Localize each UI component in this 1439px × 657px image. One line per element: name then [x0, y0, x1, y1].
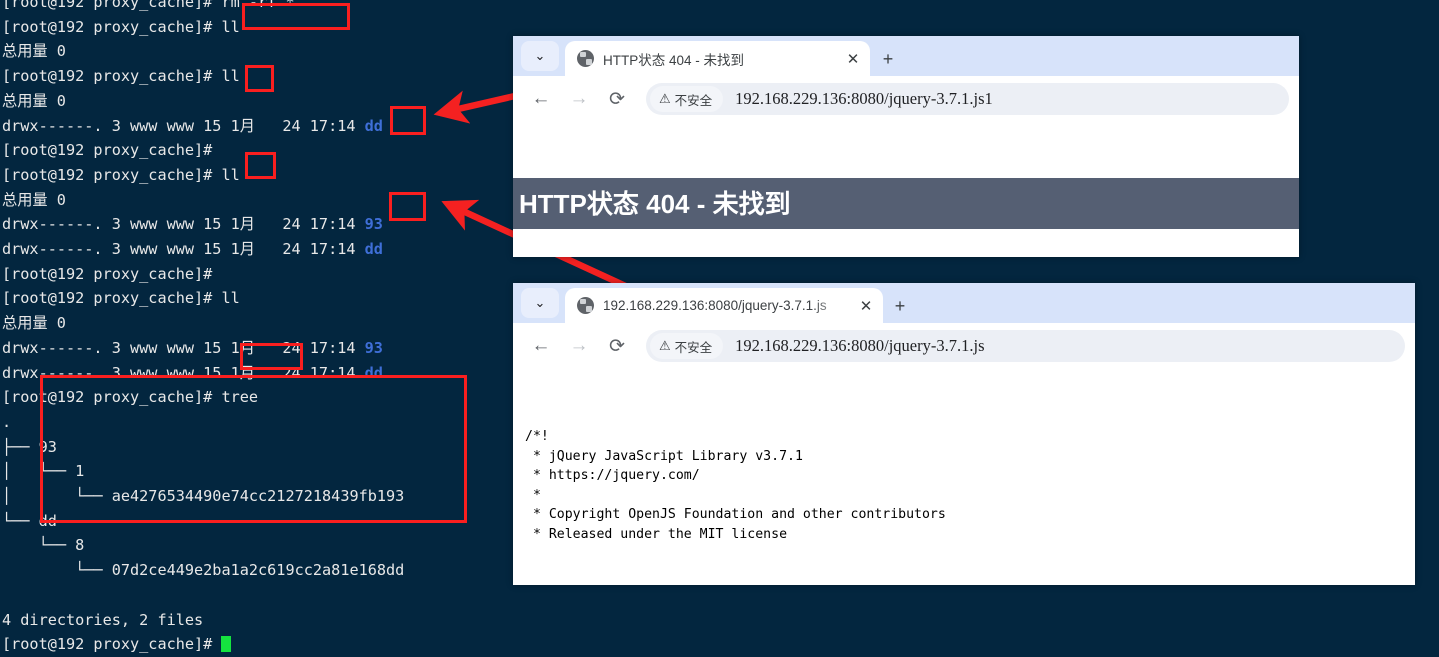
tab-title: 192.168.229.136:8080/jquery-3.7.1.js [603, 298, 827, 313]
address-bar[interactable]: ⚠ 不安全 192.168.229.136:8080/jquery-3.7.1.… [646, 83, 1289, 115]
tab-strip: ⌄ HTTP状态 404 - 未找到 ✕ + [513, 36, 1299, 76]
forward-button[interactable]: → [563, 330, 595, 362]
globe-icon [577, 297, 594, 314]
browser-window-jquery[interactable]: ⌄ 192.168.229.136:8080/jquery-3.7.1.js ✕… [513, 283, 1415, 585]
terminal-line: 总用量 0 [2, 42, 66, 61]
terminal-line: [root@192 proxy_cache]# rm -rf * [2, 0, 295, 11]
url-text: 192.168.229.136:8080/jquery-3.7.1.js1 [735, 89, 993, 108]
page-viewport: HTTP状态 404 - 未找到 [513, 122, 1299, 257]
directory-name: 93 [364, 338, 383, 357]
reload-button[interactable]: ⟳ [601, 83, 633, 115]
directory-name: dd [364, 240, 383, 258]
terminal-line: [root@192 proxy_cache]# [2, 632, 232, 657]
terminal-cursor [221, 636, 232, 653]
terminal-line: [root@192 proxy_cache]# [2, 264, 213, 283]
terminal-line: [root@192 proxy_cache]# [2, 141, 213, 160]
warning-triangle-icon: ⚠ [659, 91, 671, 106]
terminal-line: drwx------. 3 www www 15 1月 24 17:14 dd [2, 363, 383, 382]
forward-button[interactable]: → [563, 83, 595, 115]
tab-title: HTTP状态 404 - 未找到 [603, 52, 745, 68]
directory-name: dd [364, 116, 383, 135]
terminal-line: drwx------. 3 www www 15 1月 24 17:14 dd [2, 116, 383, 135]
terminal-line: └── 07d2ce449e2ba1a2c619cc2a81e168dd [2, 561, 405, 580]
back-button[interactable]: ← [525, 83, 557, 115]
warning-triangle-icon: ⚠ [659, 338, 671, 353]
terminal-line: [root@192 proxy_cache]# ll [2, 289, 240, 308]
jquery-source-code: /*! * jQuery JavaScript Library v3.7.1 *… [525, 429, 946, 542]
terminal-line: 4 directories, 2 files [2, 610, 204, 629]
close-icon[interactable]: ✕ [855, 295, 877, 317]
close-icon[interactable]: ✕ [842, 48, 864, 70]
terminal-line: [root@192 proxy_cache]# ll [2, 67, 240, 86]
page-viewport: /*! * jQuery JavaScript Library v3.7.1 *… [513, 369, 1415, 585]
terminal-line: drwx------. 3 www www 15 1月 24 17:14 dd [2, 240, 383, 258]
terminal-line: 总用量 0 [2, 190, 66, 209]
terminal-line: ├── 93 [2, 437, 57, 456]
terminal-line: │ └── ae4276534490e74cc2127218439fb193 [2, 487, 405, 505]
back-button[interactable]: ← [525, 330, 557, 362]
tab-404-page[interactable]: HTTP状态 404 - 未找到 ✕ [565, 41, 870, 76]
browser-window-404[interactable]: ⌄ HTTP状态 404 - 未找到 ✕ + ← → ⟳ ⚠ 不安全 192.1… [513, 36, 1299, 257]
security-label: 不安全 [674, 93, 713, 108]
terminal-line: [root@192 proxy_cache]# ll [2, 165, 240, 184]
terminal-window[interactable]: [root@192 proxy_cache]# rm -rf * [root@19… [0, 0, 513, 653]
tab-strip: ⌄ 192.168.229.136:8080/jquery-3.7.1.js ✕… [513, 283, 1415, 323]
terminal-line: │ └── 1 [2, 462, 85, 481]
reload-button[interactable]: ⟳ [601, 330, 633, 362]
terminal-line: drwx------. 3 www www 15 1月 24 17:14 93 [2, 215, 383, 234]
terminal-line: . [2, 412, 12, 431]
terminal-line: 总用量 0 [2, 91, 66, 110]
security-badge[interactable]: ⚠ 不安全 [650, 86, 724, 112]
security-badge[interactable]: ⚠ 不安全 [650, 333, 724, 359]
security-label: 不安全 [674, 340, 713, 355]
directory-name: 93 [364, 215, 383, 234]
tab-jquery-file[interactable]: 192.168.229.136:8080/jquery-3.7.1.js ✕ [565, 288, 883, 323]
http-404-banner: HTTP状态 404 - 未找到 [513, 178, 1299, 229]
browser-toolbar: ← → ⟳ ⚠ 不安全 192.168.229.136:8080/jquery-… [513, 76, 1299, 122]
terminal-line: [root@192 proxy_cache]# ll [2, 17, 240, 36]
address-bar[interactable]: ⚠ 不安全 192.168.229.136:8080/jquery-3.7.1.… [646, 330, 1405, 362]
url-text: 192.168.229.136:8080/jquery-3.7.1.js [735, 336, 985, 355]
new-tab-button[interactable]: + [887, 293, 913, 319]
new-tab-button[interactable]: + [875, 46, 901, 72]
tab-search-chevron-icon[interactable]: ⌄ [521, 41, 559, 71]
tab-search-chevron-icon[interactable]: ⌄ [521, 288, 559, 318]
terminal-line: └── 8 [2, 536, 85, 555]
terminal-line: [root@192 proxy_cache]# tree [2, 388, 259, 407]
terminal-line: drwx------. 3 www www 15 1月 24 17:14 93 [2, 338, 383, 357]
globe-icon [577, 50, 594, 67]
browser-toolbar: ← → ⟳ ⚠ 不安全 192.168.229.136:8080/jquery-… [513, 323, 1415, 369]
terminal-line: 总用量 0 [2, 314, 66, 333]
terminal-line: └── dd [2, 511, 57, 530]
directory-name: dd [364, 363, 383, 382]
